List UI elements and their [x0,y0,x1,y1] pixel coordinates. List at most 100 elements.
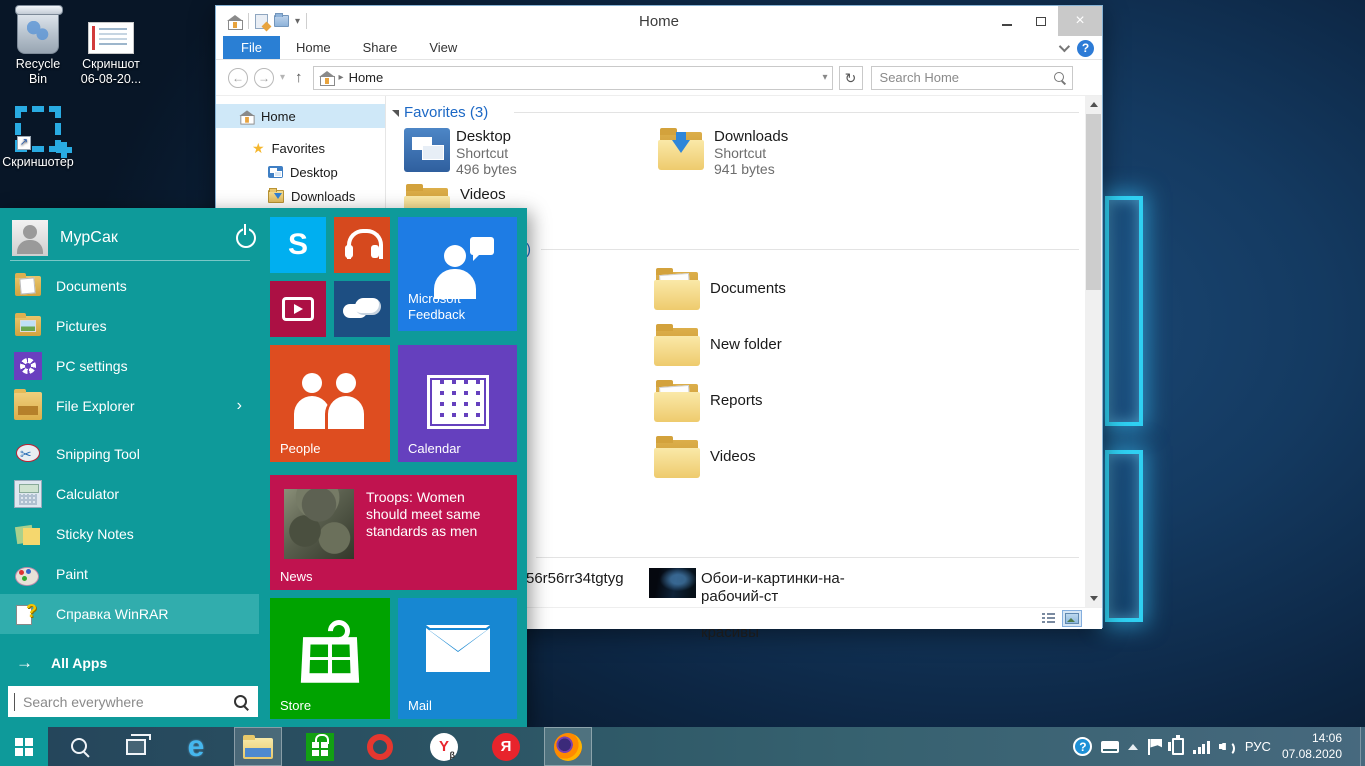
firefox-icon [554,733,582,761]
start-item-paint[interactable]: Paint [0,554,260,594]
start-search-input[interactable] [14,693,234,711]
thumbnails-view-button[interactable] [1062,610,1082,627]
action-center-flag-icon[interactable] [1147,739,1163,755]
videos-folder-icon [654,436,700,480]
keyboard-tray-icon[interactable] [1101,741,1119,753]
start-item-file-explorer[interactable]: File Explorer › [0,386,260,426]
tile-news[interactable]: Troops: Women should meet same standards… [270,475,517,590]
file-item-new-folder[interactable]: New folder [654,324,874,372]
clock[interactable]: 14:06 07.08.2020 [1282,731,1342,762]
tile-microsoft-feedback[interactable]: Microsoft Feedback [398,217,517,331]
file-item-downloads-shortcut[interactable]: Downloads Shortcut 941 bytes [658,128,898,178]
tile-people[interactable]: People [270,345,390,462]
up-button[interactable]: ↑ [295,69,303,86]
vertical-scrollbar[interactable] [1085,96,1102,607]
language-indicator[interactable]: РУС [1245,739,1271,754]
forward-button[interactable]: → [254,68,274,88]
nav-item-home[interactable]: Home [216,104,385,128]
taskbar-search-button[interactable] [56,727,104,766]
recent-locations-dropdown-icon[interactable]: ▾ [280,72,285,83]
start-item-calculator[interactable]: Calculator [0,474,260,514]
help-icon[interactable]: ? [1077,40,1094,57]
search-input[interactable] [872,67,1072,89]
volume-icon[interactable] [1219,739,1236,754]
address-dropdown-icon[interactable]: ▾ [823,72,828,83]
tile-video[interactable] [270,281,326,337]
details-view-button[interactable] [1038,610,1058,627]
taskbar-yandex[interactable]: Я [482,727,530,766]
tab-view[interactable]: View [413,36,473,59]
taskbar-internet-explorer[interactable]: e [172,727,220,766]
calendar-icon [427,375,489,429]
file-item-reports[interactable]: Reports [654,380,874,428]
nav-item-desktop[interactable]: Desktop [216,160,385,184]
maximize-button[interactable] [1024,6,1058,36]
show-desktop-button[interactable] [1360,727,1365,766]
refresh-button[interactable]: ↻ [839,66,863,90]
file-item-documents[interactable]: Documents [654,268,874,316]
show-hidden-icons-chevron[interactable] [1128,744,1138,750]
file-item-desktop-shortcut[interactable]: Desktop Shortcut 496 bytes [404,128,644,178]
tab-home[interactable]: Home [280,36,347,59]
taskbar-store[interactable] [296,727,344,766]
customize-toolbar-dropdown-icon[interactable]: ▾ [295,16,300,27]
user-account[interactable]: МурСак [12,220,118,256]
breadcrumb[interactable]: Home [349,70,384,85]
tile-skype[interactable]: S [270,217,326,273]
ribbon-collapse-icon[interactable] [1059,41,1070,52]
start-item-sticky-notes[interactable]: Sticky Notes [0,514,260,554]
start-item-winrar-help[interactable]: Справка WinRAR [0,594,259,634]
sticky-notes-icon [14,520,42,548]
back-button[interactable]: ← [228,68,248,88]
desktop-icon-screenshot[interactable]: Скриншот06-08-20... [80,22,142,87]
power-button[interactable] [234,224,256,246]
file-explorer-icon [14,392,42,420]
close-button[interactable]: × [1058,6,1102,36]
taskbar-opera[interactable] [356,727,404,766]
desktop-icon-screenshoter[interactable]: ↗ Скриншотер [0,106,76,170]
home-icon[interactable] [228,15,242,28]
scroll-down-button[interactable] [1085,590,1102,607]
tile-store[interactable]: Store [270,598,390,719]
taskbar-firefox[interactable] [544,727,592,766]
search-icon[interactable] [1054,72,1067,85]
group-header[interactable]: Favorites (3) [404,104,488,121]
nav-item-downloads[interactable]: Downloads [216,184,385,208]
network-signal-icon[interactable] [1193,739,1210,754]
scroll-up-button[interactable] [1085,96,1102,113]
all-apps-button[interactable]: → All Apps [16,653,107,673]
taskbar-file-explorer[interactable] [234,727,282,766]
desktop-icon-recycle-bin[interactable]: Recycle Bin [6,8,70,87]
start-button[interactable] [0,727,48,766]
start-item-documents[interactable]: Documents [0,266,260,306]
search-icon [70,737,90,757]
file-item-wallpapers[interactable]: Обои-и-картинки-на-рабочий-ст ол-Виндовс… [649,568,909,608]
video-player-icon [282,297,314,321]
battery-icon[interactable] [1172,738,1184,755]
minimize-button[interactable] [990,6,1024,36]
start-item-pc-settings[interactable]: PC settings [0,346,260,386]
task-view-button[interactable] [112,727,160,766]
clouds-icon [343,298,381,322]
start-item-pictures[interactable]: Pictures [0,306,260,346]
file-item-text[interactable]: 56r56rr34tgtyg [526,570,624,587]
tab-file[interactable]: File [223,36,280,59]
tile-audio[interactable] [334,217,390,273]
new-folder-icon[interactable] [274,15,289,27]
start-item-snipping-tool[interactable]: Snipping Tool [0,434,260,474]
tile-onedrive[interactable] [334,281,390,337]
file-item-videos[interactable]: Videos [654,436,874,484]
scrollbar-thumb[interactable] [1086,114,1101,290]
tab-share[interactable]: Share [347,36,414,59]
taskbar-yandex-beta[interactable]: Yβ [420,727,468,766]
address-bar[interactable]: ▸ Home ▾ [313,66,833,90]
help-tray-icon[interactable]: ? [1073,737,1092,756]
search-icon[interactable] [234,695,248,709]
settings-gear-icon [14,352,42,380]
nav-item-favorites[interactable]: ★ Favorites [216,136,385,160]
store-bag-icon [302,620,358,682]
tile-calendar[interactable]: Calendar [398,345,517,462]
group-collapse-icon[interactable] [392,110,399,117]
properties-icon[interactable] [255,14,268,29]
tile-mail[interactable]: Mail [398,598,517,719]
